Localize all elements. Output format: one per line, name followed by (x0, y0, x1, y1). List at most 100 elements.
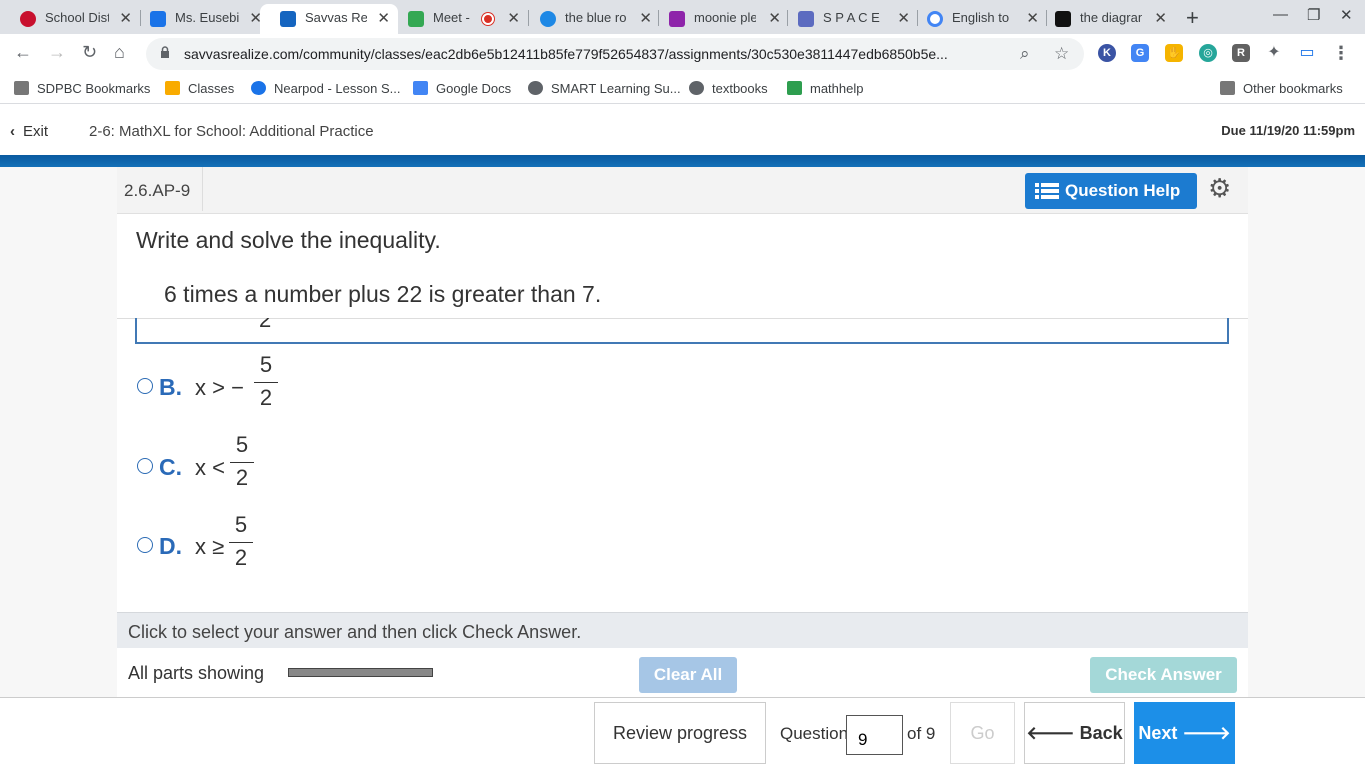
bookmark-label: Nearpod - Lesson S... (274, 81, 401, 96)
new-tab-button[interactable]: + (1186, 5, 1199, 31)
globe-extension-icon[interactable]: ◎ (1199, 44, 1217, 62)
translate-extension-icon[interactable]: G (1131, 44, 1149, 62)
tab-title: moonie ple (694, 10, 756, 25)
forward-arrow-icon[interactable]: → (48, 42, 66, 63)
browser-tab[interactable]: Meet - ✕ (388, 4, 528, 34)
bookmark-label: mathhelp (810, 81, 864, 96)
back-button[interactable]: 🡐 Back (1024, 702, 1125, 764)
browser-tab-active[interactable]: Savvas Re ✕ (260, 4, 398, 34)
reload-icon[interactable]: ↻ (82, 42, 97, 63)
restore-icon[interactable]: ❐ (1307, 6, 1320, 24)
zoom-icon[interactable]: ⌕ (1020, 44, 1030, 64)
exit-label: Exit (23, 123, 49, 140)
r-extension-icon[interactable]: R (1232, 44, 1250, 62)
question-help-button[interactable]: Question Help (1025, 173, 1197, 209)
tab-title: Meet - (433, 10, 470, 25)
fraction: 5 2 (229, 512, 253, 571)
exit-button[interactable]: ‹ Exit (10, 123, 48, 140)
question-label: Question (780, 724, 849, 743)
option-a-fragment: 2 (259, 318, 272, 332)
star-bookmark-icon[interactable]: ☆ (1054, 44, 1069, 64)
bookmarks-bar: SDPBC Bookmarks Classes Nearpod - Lesson… (0, 74, 1365, 104)
answer-option-a[interactable]: 2 (135, 318, 1229, 344)
browser-tab[interactable]: School Dist ✕ (0, 4, 140, 34)
check-answer-button[interactable]: Check Answer (1090, 657, 1237, 693)
fraction-bar (230, 462, 254, 463)
brainly-favicon-icon (1055, 11, 1071, 27)
tab-title: School Dist (45, 10, 109, 25)
option-expression: x ≥ (195, 534, 225, 559)
cast-icon[interactable]: ▭ (1298, 44, 1316, 62)
bookmark-item[interactable]: Google Docs (413, 81, 511, 96)
address-bar[interactable]: savvasrealize.com/community/classes/eac2… (146, 38, 1084, 70)
question-help-label: Question Help (1065, 181, 1181, 200)
browser-tab[interactable]: the blue ro ✕ (520, 4, 660, 34)
tab-title: S P A C E (823, 10, 880, 25)
google-docs-icon (413, 81, 428, 95)
numerator: 5 (259, 352, 273, 377)
bookmark-item[interactable]: textbooks (689, 81, 768, 96)
progress-fill (289, 669, 432, 676)
question-number-input[interactable] (846, 715, 903, 755)
menu-dots-icon[interactable]: ⋮ (1332, 44, 1350, 62)
browser-tab[interactable]: English to ✕ (907, 4, 1047, 34)
gear-icon[interactable]: ⚙ (1208, 174, 1231, 202)
bookmark-item[interactable]: Classes (165, 81, 234, 96)
next-button[interactable]: Next 🡒 (1134, 702, 1235, 764)
tab-title: Ms. Eusebi (175, 10, 239, 25)
question-navigation-footer: Review progress Question of 9 Go 🡐 Back … (0, 697, 1365, 768)
close-tab-icon[interactable]: ✕ (1154, 9, 1167, 27)
bookmark-label: Other bookmarks (1243, 81, 1343, 96)
bookmark-item[interactable]: mathhelp (787, 81, 863, 96)
bookmark-label: Google Docs (436, 81, 512, 96)
browser-tab[interactable]: Ms. Eusebi ✕ (130, 4, 270, 34)
puzzle-extensions-icon[interactable]: ✦ (1265, 44, 1283, 62)
bookmark-label: SMART Learning Su... (551, 81, 681, 96)
home-icon[interactable]: ⌂ (114, 42, 125, 63)
arrow-right-icon: 🡒 (1177, 723, 1231, 743)
numerator: 5 (234, 512, 248, 537)
canva-favicon-icon (669, 11, 685, 27)
fraction: 5 2 (230, 432, 254, 491)
tab-title: the diagran (1080, 10, 1142, 25)
bookmark-item[interactable]: SMART Learning Su... (528, 81, 681, 96)
radio-button[interactable] (137, 458, 153, 474)
other-bookmarks[interactable]: Other bookmarks (1220, 81, 1343, 96)
browser-tab[interactable]: the diagran ✕ (1035, 4, 1175, 34)
question-id: 2.6.AP-9 (117, 167, 203, 211)
folder-icon (14, 81, 29, 95)
k-extension-icon[interactable]: K (1098, 44, 1116, 62)
option-expression: x < (195, 455, 225, 480)
bookmark-item[interactable]: SDPBC Bookmarks (14, 81, 150, 96)
due-date: Due 11/19/20 11:59pm (1221, 123, 1355, 138)
question-panel: 2.6.AP-9 Question Help ⚙ Write and solve… (117, 167, 1248, 697)
option-letter: C. (159, 454, 182, 480)
header-accent-bar (0, 155, 1365, 167)
back-arrow-icon[interactable]: ← (14, 42, 32, 63)
browser-tab[interactable]: moonie ple ✕ (649, 4, 789, 34)
browser-tab[interactable]: S P A C E ✕ (778, 4, 918, 34)
go-button[interactable]: Go (950, 702, 1015, 764)
space-favicon-icon (798, 11, 814, 27)
recording-dot-icon (482, 13, 494, 25)
hand-extension-icon[interactable]: ✋ (1165, 44, 1183, 62)
minimize-icon[interactable]: — (1273, 6, 1288, 23)
savvas-favicon-icon (280, 11, 296, 27)
arrow-left-icon: 🡐 (1026, 723, 1080, 743)
close-tab-icon[interactable]: ✕ (507, 9, 520, 27)
question-total: of 9 (907, 724, 936, 743)
close-window-icon[interactable]: ✕ (1340, 6, 1353, 24)
review-progress-button[interactable]: Review progress (594, 702, 766, 764)
mathhelp-icon (787, 81, 802, 95)
browser-toolbar: ← → ↻ ⌂ savvasrealize.com/community/clas… (0, 34, 1365, 74)
option-letter: B. (159, 374, 182, 400)
bookmark-label: Classes (188, 81, 235, 96)
assignment-title: 2-6: MathXL for School: Additional Pract… (89, 123, 374, 140)
fraction: 5 2 (254, 352, 278, 411)
fraction-bar (229, 542, 253, 543)
radio-button[interactable] (137, 378, 153, 394)
radio-button[interactable] (137, 537, 153, 553)
bookmark-item[interactable]: Nearpod - Lesson S... (251, 81, 400, 96)
chevron-left-icon: ‹ (10, 123, 15, 140)
clear-all-button[interactable]: Clear All (639, 657, 737, 693)
